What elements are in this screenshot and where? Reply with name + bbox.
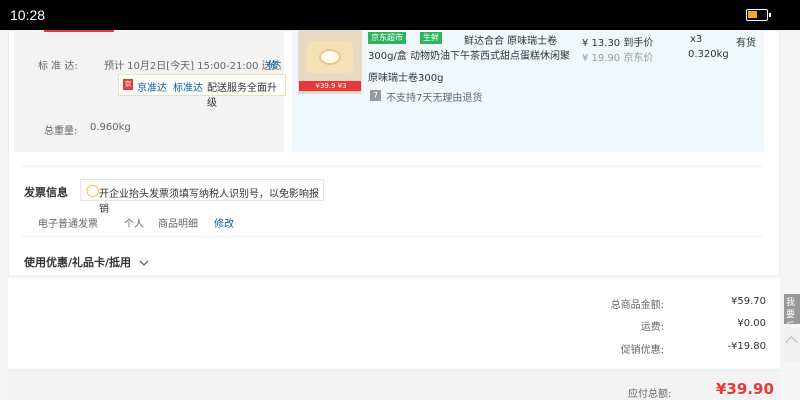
discount-label: 促销优惠: [620, 345, 664, 356]
summary-row-shipping: 运费: ¥0.00 [8, 318, 780, 333]
return-policy-icon: 7 [370, 90, 381, 101]
cake-swirl [319, 49, 341, 65]
feedback-button[interactable]: 我要反馈 [784, 294, 800, 324]
delivery-service-box[interactable]: 京 京准达 标准达 配送服务全面升级 [118, 74, 286, 109]
order-summary: 总商品金额: ¥59.70 运费: ¥0.00 促销优惠: -¥19.80 [8, 278, 780, 368]
invoice-tip: ◯ 开企业抬头发票须填写纳税人识别号，以免影响报销 [80, 179, 324, 215]
total-label: 应付总额: [628, 389, 672, 400]
invoice-edit-link[interactable]: 修改 [214, 215, 234, 230]
product-image[interactable]: ¥39.9 ¥3 [298, 30, 362, 94]
product-quantity: x3 [690, 34, 703, 45]
return-policy-text: 不支持7天无理由退货 [386, 93, 483, 104]
weight-value: 0.960kg [90, 122, 131, 133]
jd-logo-icon: 京 [123, 79, 133, 90]
battery-nub [769, 13, 771, 17]
product-original-price: ¥ 19.90 京东价 [582, 53, 654, 64]
fresh-badge: 生鲜 [420, 32, 442, 44]
service-name-1: 京准达 [137, 83, 167, 94]
invoice-title: 发票信息 [24, 186, 68, 199]
product-title-line1[interactable]: 鲜达合合 原味瑞士卷 [464, 32, 557, 47]
product-title-line2[interactable]: 300g/盒 动物奶油下午茶西式甜点蛋糕休闲聚 [368, 47, 570, 62]
total-bar: 应付总额: ¥39.90 [8, 370, 780, 400]
shipping-label: 标 准 达: [38, 61, 78, 72]
back-to-top-icon [785, 336, 798, 349]
total-value: ¥39.90 [716, 380, 774, 398]
shipping-fee-label: 运费: [640, 322, 664, 333]
battery-icon [746, 9, 771, 21]
service-name-2: 标准达 [173, 83, 203, 94]
product-weight: 0.320kg [688, 49, 729, 60]
invoice-content: 商品明细 [158, 219, 198, 230]
status-time: 10:28 [10, 7, 46, 23]
shipping-time: 预计 10月2日[今天] 15:00-21:00 送达 [104, 61, 282, 72]
cake-illustration [307, 41, 353, 73]
invoice-type: 电子普通发票 [38, 219, 98, 230]
weight-label: 总重量: [44, 126, 78, 137]
coupon-toggle[interactable]: 使用优惠/礼品卡/抵用 [24, 254, 149, 270]
product-price: ¥ 13.30 到手价 [582, 38, 654, 49]
divider [22, 166, 762, 167]
lightbulb-icon: ◯ [86, 183, 100, 197]
stock-status: 有货 [736, 38, 756, 49]
invoice-holder: 个人 [124, 219, 144, 230]
checkout-page: 标 准 达: 预计 10月2日[今天] 15:00-21:00 送达 修改 京 … [0, 30, 800, 400]
shipping-fee-value: ¥0.00 [737, 318, 766, 329]
summary-row-goods: 总商品金额: ¥59.70 [8, 296, 780, 311]
goods-total-value: ¥59.70 [731, 296, 766, 307]
chevron-down-icon [139, 260, 149, 266]
summary-row-discount: 促销优惠: -¥19.80 [8, 341, 780, 356]
goods-total-label: 总商品金额: [610, 300, 664, 311]
service-upgrade: 配送服务全面升级 [207, 83, 277, 109]
battery-level [748, 11, 757, 18]
jd-supermarket-badge: 京东超市 [368, 32, 406, 44]
coupon-label: 使用优惠/礼品卡/抵用 [24, 256, 132, 269]
product-spec: 原味瑞士卷300g [368, 73, 444, 84]
discount-value: -¥19.80 [727, 341, 766, 352]
invoice-tip-text: 开企业抬头发票须填写纳税人识别号，以免影响报销 [99, 189, 319, 215]
status-bar: 10:28 [0, 0, 800, 30]
divider [22, 236, 762, 237]
shipping-panel: 标 准 达: 预计 10月2日[今天] 15:00-21:00 送达 修改 京 … [14, 30, 286, 152]
accent-bar [44, 30, 114, 32]
image-price-tag: ¥39.9 ¥3 [299, 81, 361, 91]
back-to-top-button[interactable] [784, 328, 800, 362]
